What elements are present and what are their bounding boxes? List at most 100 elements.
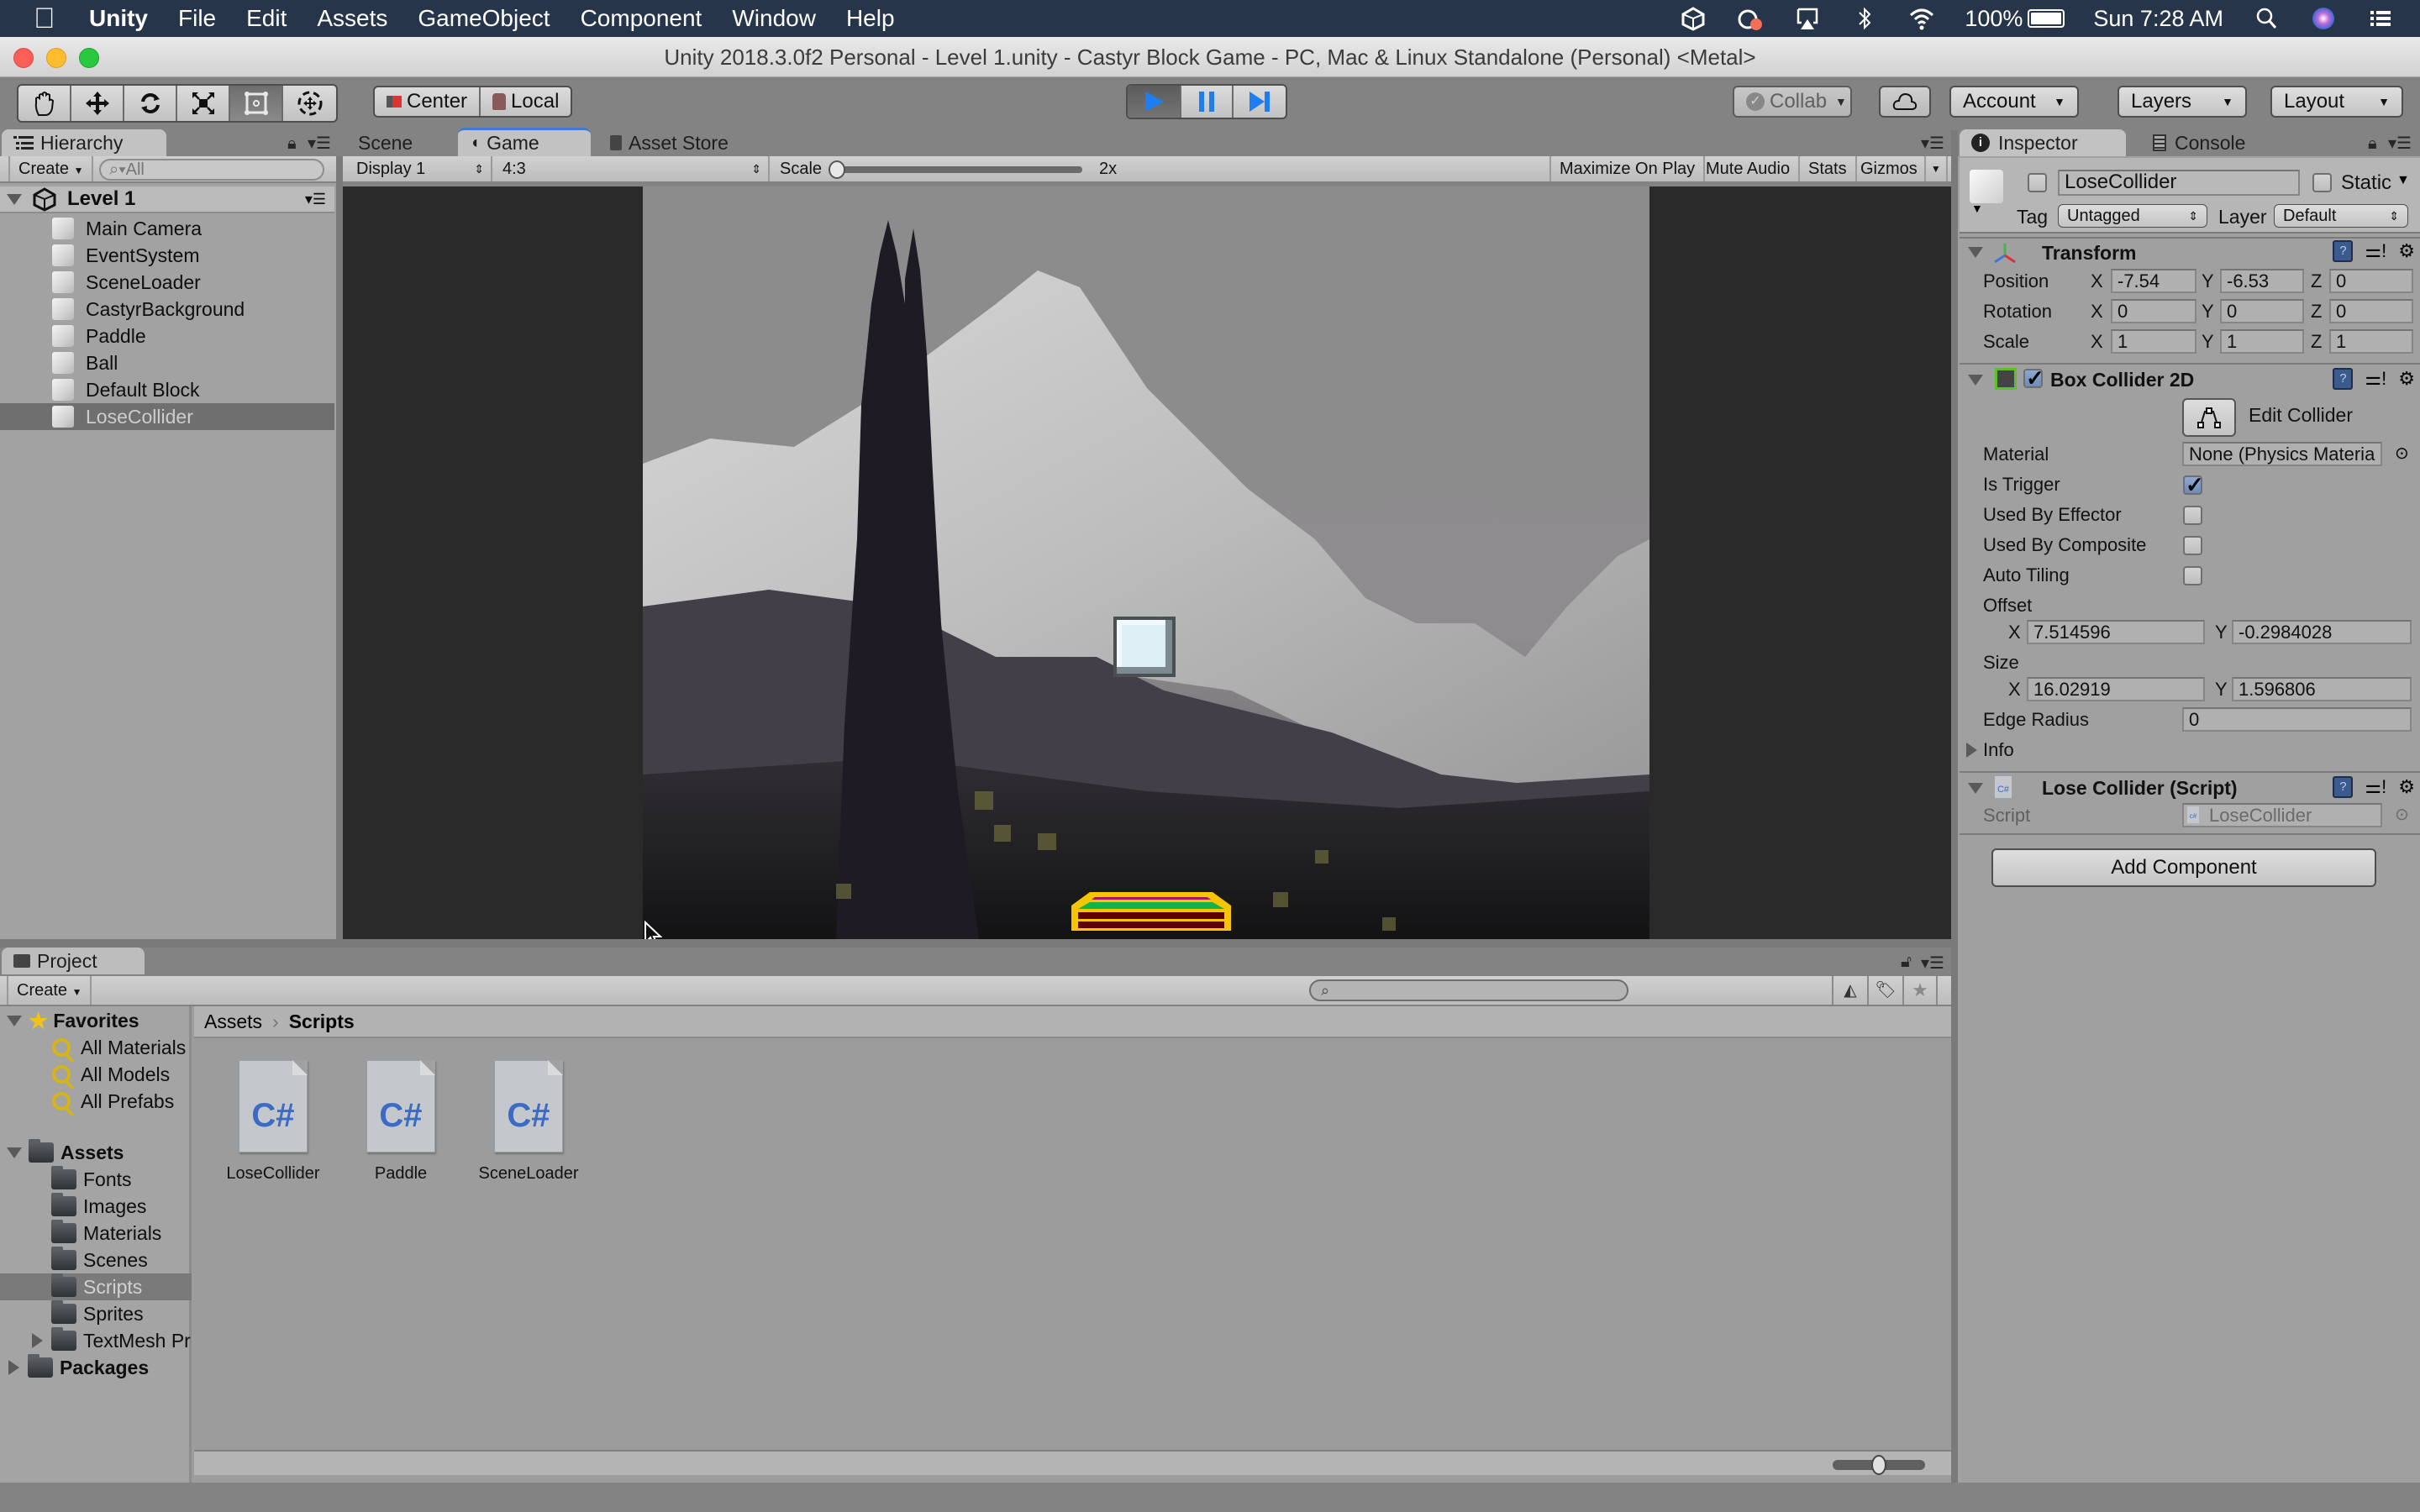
asset-folder-item[interactable]: Fonts (0, 1166, 192, 1193)
scene-menu-icon[interactable]: ▾☰ (305, 191, 326, 208)
pause-button[interactable] (1181, 86, 1234, 118)
scale-slider[interactable] (829, 160, 1082, 179)
tab-hierarchy[interactable]: Hierarchy (2, 129, 166, 156)
rotate-tool-button[interactable] (124, 86, 177, 121)
script-foldout-icon[interactable] (1968, 783, 1983, 794)
assets-foldout-icon[interactable] (7, 1147, 22, 1158)
packages-foldout-icon[interactable] (8, 1360, 19, 1375)
gameobject-cube-icon[interactable] (1970, 170, 2003, 203)
project-lock-icon[interactable]: 🔓︎ (1901, 953, 1912, 972)
transform-rotation-y[interactable]: 0 (2220, 299, 2304, 323)
preset-icon[interactable]: ⚌! (2365, 368, 2386, 390)
play-button[interactable] (1128, 86, 1181, 118)
transform-position-x[interactable]: -7.54 (2111, 269, 2196, 293)
hierarchy-item[interactable]: CastyrBackground (0, 296, 334, 323)
transform-scale-x[interactable]: 1 (2111, 329, 2196, 354)
search-by-label-button[interactable]: 🏷︎ (1867, 976, 1902, 1005)
inspector-lock-icon[interactable]: 🔒︎ (2368, 134, 2377, 154)
tab-asset-store[interactable]: Asset Store (598, 129, 766, 156)
display-dropdown[interactable]: Display 1 ⇕ (348, 156, 492, 181)
used-by-composite-checkbox[interactable] (2183, 536, 2202, 555)
breadcrumb-scripts[interactable]: Scripts (289, 1011, 355, 1033)
step-button[interactable] (1234, 86, 1286, 118)
menu-app-name[interactable]: Unity (89, 5, 148, 32)
static-dropdown-caret-icon[interactable]: ▼ (2396, 173, 2410, 188)
hierarchy-create-button[interactable]: Create ▼ (8, 156, 94, 181)
asset-folder-item[interactable]: Scenes (0, 1247, 192, 1273)
asset-folder-item[interactable]: Materials (0, 1220, 192, 1247)
project-create-button[interactable]: Create ▼ (7, 976, 92, 1005)
file-name-label[interactable]: SceneLoader (461, 1164, 596, 1184)
lose-collider-script-header[interactable]: C# Lose Collider (Script) ? ⚌! ⚙ (1960, 771, 2420, 801)
csharp-script-file[interactable]: C# (239, 1060, 308, 1152)
menu-help[interactable]: Help (846, 5, 895, 32)
assets-root[interactable]: Assets (0, 1139, 192, 1166)
transform-rotation-x[interactable]: 0 (2111, 299, 2196, 323)
folder-foldout-icon[interactable] (32, 1333, 43, 1348)
tab-scene[interactable]: Scene (346, 129, 445, 156)
expand-triangle-icon[interactable] (7, 193, 22, 205)
icon-size-slider[interactable] (1833, 1455, 1925, 1475)
size-x-field[interactable]: 16.02919 (2027, 677, 2205, 701)
inspector-panel-menu-icon[interactable]: ▾☰ (2388, 133, 2412, 154)
asset-folder-item[interactable]: Images (0, 1193, 192, 1220)
breadcrumb-assets[interactable]: Assets (204, 1011, 262, 1033)
object-name-input[interactable]: LoseCollider (2058, 170, 2300, 196)
bluetooth-icon[interactable] (1850, 6, 1879, 31)
aspect-dropdown[interactable]: 4:3 ⇕ (494, 156, 770, 181)
settings-gear-icon[interactable]: ⚙ (2398, 776, 2415, 798)
object-active-checkbox[interactable] (2028, 173, 2047, 192)
static-checkbox[interactable] (2312, 173, 2332, 192)
edge-radius-field[interactable]: 0 (2182, 707, 2412, 732)
auto-tiling-checkbox[interactable] (2183, 566, 2202, 585)
settings-gear-icon[interactable]: ⚙ (2398, 240, 2415, 262)
favorite-item[interactable]: All Models (0, 1061, 192, 1088)
is-trigger-checkbox[interactable] (2183, 472, 2204, 498)
save-search-button[interactable]: ★ (1902, 976, 1938, 1005)
layer-dropdown[interactable]: Default ⇕ (2274, 204, 2408, 228)
hierarchy-lock-icon[interactable]: 🔒︎ (287, 134, 297, 154)
game-panel-menu-icon[interactable]: ▾☰ (1921, 133, 1944, 154)
settings-gear-icon[interactable]: ⚙ (2398, 368, 2415, 390)
mute-audio-toggle[interactable]: Mute Audio (1697, 156, 1801, 181)
hierarchy-item[interactable]: Ball (0, 349, 334, 376)
pivot-local-button[interactable]: Local (481, 87, 571, 116)
notification-center-icon[interactable] (2366, 6, 2395, 31)
file-name-label[interactable]: LoseCollider (206, 1164, 340, 1184)
menu-component[interactable]: Component (581, 5, 702, 32)
favorite-item[interactable]: All Prefabs (0, 1088, 192, 1115)
hierarchy-search-input[interactable]: ⌕▾All (99, 159, 324, 181)
offset-y-field[interactable]: -0.2984028 (2232, 620, 2412, 644)
tab-project[interactable]: Project (2, 948, 145, 974)
transform-position-y[interactable]: -6.53 (2220, 269, 2304, 293)
transform-position-z[interactable]: 0 (2329, 269, 2413, 293)
menu-window[interactable]: Window (732, 5, 816, 32)
account-dropdown[interactable]: Account ▼ (1949, 86, 2079, 118)
pivot-center-button[interactable]: Center (375, 87, 481, 116)
search-by-type-button[interactable]: ◭ (1832, 976, 1867, 1005)
transform-header[interactable]: Transform ? ⚌! ⚙ (1960, 237, 2420, 267)
info-foldout-label[interactable]: Info (1983, 739, 2014, 761)
layers-dropdown[interactable]: Layers ▼ (2118, 86, 2247, 118)
object-picker-icon[interactable]: ⊙ (2395, 443, 2409, 464)
script-picker-icon[interactable]: ⊙ (2395, 804, 2409, 825)
favorite-item[interactable]: All Materials (0, 1034, 192, 1061)
hierarchy-item[interactable]: SceneLoader (0, 269, 334, 296)
script-field[interactable]: c# LoseCollider (2182, 803, 2382, 827)
packages-root[interactable]: Packages (0, 1354, 192, 1381)
cloud-services-button[interactable] (1879, 86, 1931, 118)
layout-dropdown[interactable]: Layout ▼ (2270, 86, 2403, 118)
favorites-foldout-icon[interactable] (7, 1015, 22, 1026)
spotlight-icon[interactable] (2252, 6, 2281, 31)
hierarchy-item[interactable]: Default Block (0, 376, 334, 403)
inspector-splitter[interactable] (1951, 130, 1958, 1483)
favorites-header[interactable]: ★ Favorites (0, 1007, 192, 1034)
siri-icon[interactable] (2309, 6, 2338, 31)
maximize-on-play-toggle[interactable]: Maximize On Play (1549, 156, 1706, 181)
transform-scale-z[interactable]: 1 (2329, 329, 2413, 354)
help-book-icon[interactable]: ? (2333, 240, 2354, 262)
tab-inspector[interactable]: i Inspector (1960, 129, 2126, 156)
tab-game[interactable]: ◖ Game (458, 128, 591, 156)
game-canvas[interactable] (643, 186, 1649, 939)
info-foldout-icon[interactable] (1966, 743, 1977, 758)
